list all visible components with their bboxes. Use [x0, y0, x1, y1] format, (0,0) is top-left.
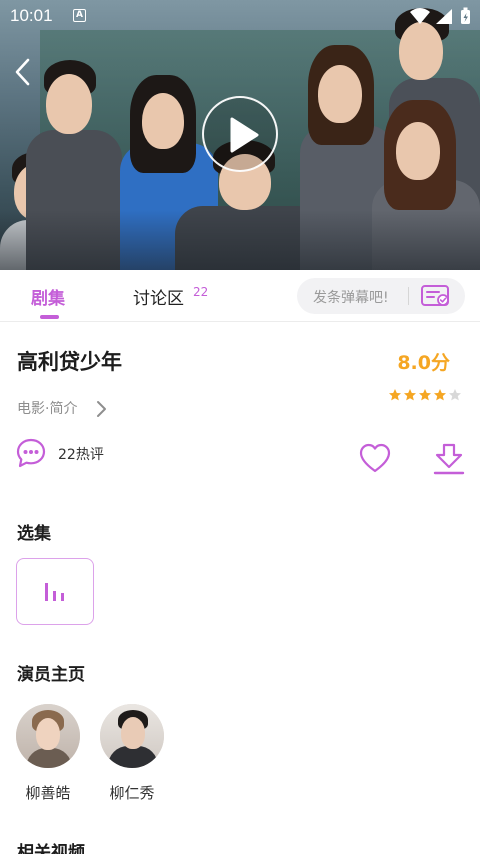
chevron-right-icon[interactable] — [95, 400, 107, 418]
danmu-placeholder: 发条弹幕吧! — [313, 290, 389, 306]
rating-stars — [389, 389, 461, 401]
actors-section-title: 演员主页 — [17, 665, 85, 685]
heart-icon — [359, 443, 391, 473]
status-time: 10:01 — [10, 6, 53, 25]
star-icon — [434, 389, 446, 401]
tab-discussion[interactable]: 讨论区 — [133, 284, 184, 309]
star-icon — [419, 389, 431, 401]
favorite-button[interactable] — [358, 442, 392, 474]
download-button[interactable] — [432, 442, 466, 476]
episodes-section-title: 选集 — [17, 524, 51, 544]
related-section-title: 相关视频 — [17, 843, 85, 854]
star-empty-icon — [449, 389, 461, 401]
danmu-divider — [408, 287, 409, 305]
discussion-count-badge: 22 — [193, 285, 209, 299]
wifi-icon — [410, 8, 430, 24]
play-button[interactable] — [202, 96, 278, 172]
show-title: 高利贷少年 — [17, 350, 122, 374]
star-icon — [404, 389, 416, 401]
avatar — [100, 704, 164, 768]
show-score: 8.0分 — [397, 352, 450, 374]
notification-badge: A — [73, 9, 86, 22]
download-icon — [433, 443, 465, 475]
danmu-input[interactable]: 发条弹幕吧! — [297, 278, 465, 314]
tab-active-indicator — [40, 315, 59, 319]
status-icons — [410, 7, 470, 24]
tab-bar: 剧集 讨论区 22 发条弹幕吧! — [0, 270, 480, 322]
avatar — [16, 704, 80, 768]
actor-card[interactable]: 柳仁秀 — [100, 704, 164, 802]
hot-comments-label: 22热评 — [58, 447, 104, 463]
star-icon — [389, 389, 401, 401]
video-player[interactable]: 10:01 A — [0, 0, 480, 270]
status-bar: 10:01 A — [0, 0, 480, 32]
battery-icon — [461, 7, 470, 24]
actor-card[interactable]: 柳善皓 — [16, 704, 80, 802]
video-shade — [0, 210, 480, 270]
back-button[interactable] — [8, 56, 40, 88]
actor-name: 柳善皓 — [25, 784, 71, 802]
signal-icon — [436, 9, 452, 24]
comment-bubble-icon — [16, 438, 46, 468]
show-meta-link[interactable]: 电影·简介 — [17, 398, 77, 418]
back-arrow-icon — [15, 58, 30, 86]
hot-comments-button[interactable]: 22热评 — [15, 437, 125, 469]
tab-episodes[interactable]: 剧集 — [31, 284, 65, 309]
actor-name: 柳仁秀 — [109, 784, 155, 802]
danmu-send-icon[interactable] — [420, 284, 452, 308]
play-icon — [230, 117, 259, 153]
playing-bars-icon — [45, 583, 64, 601]
episode-card[interactable] — [16, 558, 94, 625]
